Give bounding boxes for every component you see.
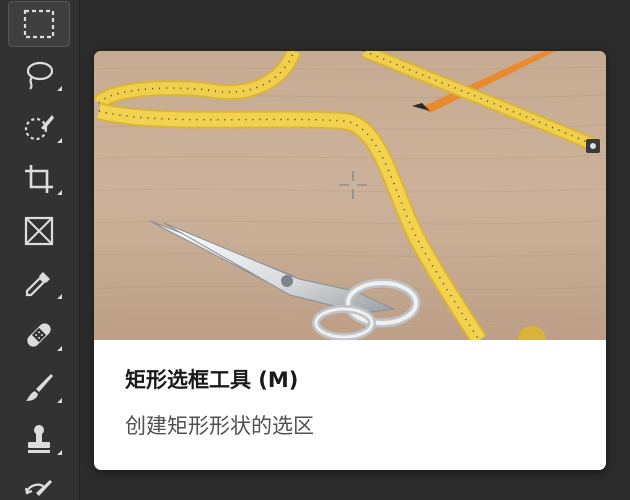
quick-selection-icon: [24, 115, 54, 141]
tools-panel: [0, 0, 80, 500]
tooltip-title: 矩形选框工具 (M): [125, 368, 299, 392]
bandage-icon: [27, 323, 51, 347]
quick-selection-tool[interactable]: [8, 104, 70, 150]
lasso-icon: [26, 61, 54, 90]
eyedropper-icon: [25, 272, 50, 297]
healing-brush-tool[interactable]: [8, 312, 70, 358]
rectangular-marquee-tool[interactable]: [8, 1, 70, 47]
flyout-indicator-icon: [57, 138, 62, 143]
flyout-indicator-icon: [57, 294, 62, 299]
flyout-indicator-icon: [57, 450, 62, 455]
brush-icon: [26, 374, 53, 401]
flyout-indicator-icon: [57, 86, 62, 91]
flyout-indicator-icon: [57, 346, 62, 351]
tool-tooltip: 矩形选框工具 (M) 创建矩形形状的选区: [94, 51, 606, 470]
lasso-tool[interactable]: [8, 52, 70, 98]
frame-tool[interactable]: [8, 208, 70, 254]
frame-icon: [24, 216, 54, 246]
flyout-indicator-icon: [57, 398, 62, 403]
flyout-indicator-icon: [57, 190, 62, 195]
scissors-tape-photo: [94, 51, 606, 340]
marquee-icon: [23, 9, 55, 39]
crop-icon: [25, 165, 53, 193]
eyedropper-tool[interactable]: [8, 260, 70, 306]
tool-preview-image: [94, 51, 606, 340]
crop-tool[interactable]: [8, 156, 70, 202]
brush-tool[interactable]: [8, 364, 70, 410]
history-brush-icon: [24, 480, 52, 496]
tooltip-description: 创建矩形形状的选区: [125, 414, 314, 438]
history-brush-tool[interactable]: [8, 468, 70, 500]
stamp-icon: [28, 425, 50, 453]
clone-stamp-tool[interactable]: [8, 416, 70, 462]
